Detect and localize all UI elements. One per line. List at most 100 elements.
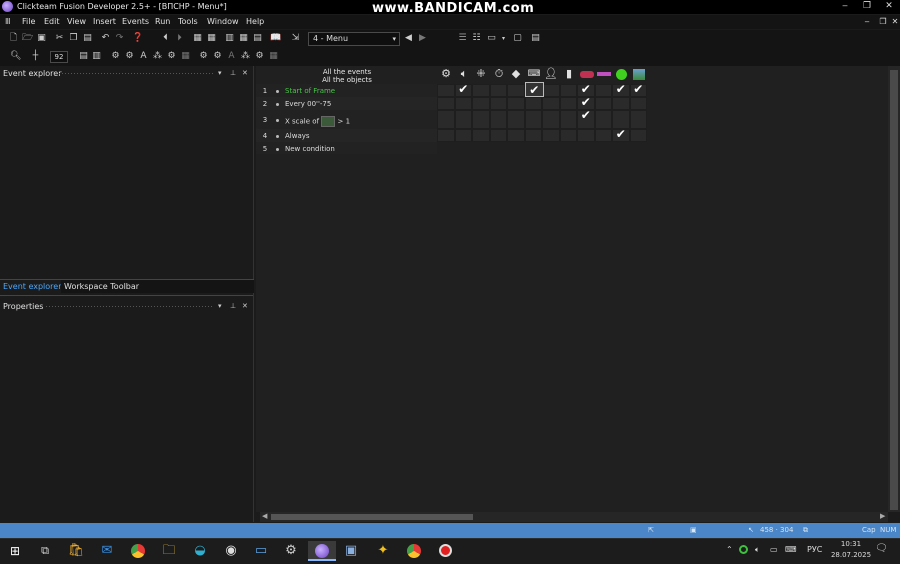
tray-chevron-up-icon[interactable]: ⌃ bbox=[726, 545, 733, 554]
pin-icon[interactable]: ⊥ bbox=[230, 69, 236, 77]
settings-filter-icon[interactable]: ⚙ bbox=[110, 51, 121, 62]
chrome-icon-2[interactable] bbox=[403, 541, 425, 561]
comment-icon[interactable]: ▤ bbox=[530, 33, 541, 44]
player-icon[interactable]: 👤︎ bbox=[544, 67, 558, 81]
event-cell[interactable] bbox=[489, 110, 507, 129]
run-frame-icon[interactable]: ⇲ bbox=[290, 33, 301, 44]
tab-workspace-toolbar[interactable]: Workspace Toolbar bbox=[61, 279, 254, 293]
speaker-icon[interactable]: 🔈︎ bbox=[457, 67, 471, 81]
edge-icon[interactable]: ◒ bbox=[189, 541, 211, 561]
event-cell[interactable] bbox=[577, 129, 595, 142]
list-view-icon[interactable]: ▤ bbox=[78, 51, 89, 62]
gear2-filter-icon[interactable]: ⚙ bbox=[212, 51, 223, 62]
notifications-icon[interactable]: 🗨︎ bbox=[875, 543, 888, 554]
event-cell[interactable] bbox=[524, 129, 542, 142]
tab-event-explorer[interactable]: Event explorer bbox=[0, 279, 63, 293]
pattern-filter-icon[interactable]: ⁂ bbox=[152, 51, 163, 62]
pattern2-filter-icon[interactable]: ⁂ bbox=[240, 51, 251, 62]
event-row[interactable] bbox=[256, 129, 437, 142]
column-view-icon[interactable]: ▥ bbox=[91, 51, 102, 62]
panel-grip[interactable] bbox=[45, 305, 213, 308]
menu-events[interactable]: Events bbox=[122, 17, 149, 26]
event-cell[interactable] bbox=[542, 110, 560, 129]
storyboard-icon[interactable]: ▦ bbox=[192, 33, 203, 44]
checkmark-icon[interactable]: ✔ bbox=[524, 82, 544, 97]
new-file-icon[interactable]: 🗋 bbox=[8, 33, 19, 44]
event-cell[interactable] bbox=[472, 129, 490, 142]
event-cell[interactable] bbox=[542, 129, 560, 142]
event-editor-icon[interactable]: ▥ bbox=[224, 33, 235, 44]
cut-icon[interactable]: ✂ bbox=[54, 33, 65, 44]
event-cell[interactable] bbox=[594, 110, 612, 129]
minimize-button[interactable]: ‒ bbox=[834, 0, 856, 14]
battery-icon[interactable]: ▭ bbox=[770, 545, 778, 554]
app-icon-1[interactable]: ◉ bbox=[220, 541, 242, 561]
event-cell[interactable] bbox=[489, 129, 507, 142]
new-condition[interactable]: New condition bbox=[285, 145, 335, 153]
file-explorer-icon[interactable]: 🗀 bbox=[158, 541, 180, 561]
checkmark-icon[interactable]: ✔ bbox=[577, 108, 595, 127]
active-object-icon[interactable]: ▮ bbox=[562, 67, 576, 81]
app-icon-3[interactable]: ⚙ bbox=[280, 541, 302, 561]
event-cell[interactable] bbox=[472, 97, 490, 110]
bandicam-record-icon[interactable] bbox=[434, 541, 456, 561]
event-cell[interactable] bbox=[437, 110, 455, 129]
keyboard-tray-icon[interactable]: ⌨ bbox=[785, 545, 797, 554]
gear-filter-icon[interactable]: ⚙ bbox=[198, 51, 209, 62]
green-ball-icon[interactable] bbox=[616, 69, 627, 80]
checkmark-icon[interactable]: ✔ bbox=[630, 82, 648, 96]
flag-filter-icon[interactable]: ⚙ bbox=[166, 51, 177, 62]
insert-event-icon[interactable]: ▭ bbox=[486, 33, 497, 44]
clock-date[interactable]: 28.07.2025 bbox=[828, 551, 874, 559]
event-list-icon[interactable]: ▦ bbox=[238, 33, 249, 44]
event-cell[interactable] bbox=[472, 110, 490, 129]
checkmark-icon[interactable]: ✔ bbox=[455, 82, 473, 96]
doc-close-button[interactable]: ✕ bbox=[884, 15, 900, 29]
panel-grip[interactable] bbox=[58, 72, 213, 75]
event-cell[interactable] bbox=[454, 129, 472, 142]
filter-icon[interactable]: ⚙ bbox=[124, 51, 135, 62]
menu-edit[interactable]: Edit bbox=[44, 17, 60, 26]
tray-app-icon[interactable] bbox=[739, 545, 748, 554]
frame-editor-icon[interactable]: ▦ bbox=[206, 33, 217, 44]
back-icon[interactable]: ⏴ bbox=[160, 33, 171, 44]
event-cell[interactable] bbox=[542, 84, 560, 97]
condition-always[interactable]: Always bbox=[285, 132, 310, 140]
flag2-filter-icon[interactable]: ⚙ bbox=[254, 51, 265, 62]
save-icon[interactable]: ▣ bbox=[36, 33, 47, 44]
event-cell[interactable] bbox=[454, 110, 472, 129]
store-icon[interactable]: 🛍︎ bbox=[65, 541, 87, 561]
book-icon[interactable]: 📖 bbox=[270, 33, 281, 44]
event-cell[interactable] bbox=[472, 84, 490, 97]
insert-comment-icon[interactable]: ☰ bbox=[457, 33, 468, 44]
event-cell[interactable] bbox=[489, 84, 507, 97]
event-cell[interactable] bbox=[629, 97, 647, 110]
text-filter-icon[interactable]: A bbox=[138, 51, 149, 62]
event-row[interactable] bbox=[256, 84, 437, 97]
next-frame-icon[interactable]: ▶ bbox=[417, 33, 428, 44]
event-cell[interactable] bbox=[507, 84, 525, 97]
event-cell[interactable] bbox=[524, 110, 542, 129]
puzzle-icon[interactable]: ⁜ bbox=[474, 67, 488, 81]
backdrop-icon[interactable] bbox=[633, 69, 645, 80]
gear-icon[interactable]: ⚙ bbox=[439, 67, 453, 81]
clickteam-fusion-task[interactable] bbox=[308, 541, 336, 561]
event-cell[interactable] bbox=[629, 110, 647, 129]
menu-help[interactable]: Help bbox=[246, 17, 264, 26]
event-cell[interactable] bbox=[594, 129, 612, 142]
dropdown-arrow-icon[interactable]: ▾ bbox=[498, 33, 509, 44]
checkmark-icon[interactable]: ✔ bbox=[612, 82, 630, 96]
menu-run[interactable]: Run bbox=[155, 17, 170, 26]
event-cell[interactable] bbox=[437, 129, 455, 142]
vertical-scroll-thumb[interactable] bbox=[890, 70, 898, 510]
maximize-button[interactable]: ❐ bbox=[856, 0, 878, 14]
event-cell[interactable] bbox=[454, 97, 472, 110]
grid2-filter-icon[interactable]: ▦ bbox=[268, 51, 279, 62]
event-cell[interactable] bbox=[542, 97, 560, 110]
event-cell[interactable] bbox=[559, 110, 577, 129]
menu-tools[interactable]: Tools bbox=[178, 17, 198, 26]
mail-icon[interactable]: ✉ bbox=[96, 541, 118, 561]
clock-time[interactable]: 10:31 bbox=[836, 540, 866, 548]
event-cell[interactable] bbox=[594, 97, 612, 110]
forward-icon[interactable]: ⏵ bbox=[174, 33, 185, 44]
